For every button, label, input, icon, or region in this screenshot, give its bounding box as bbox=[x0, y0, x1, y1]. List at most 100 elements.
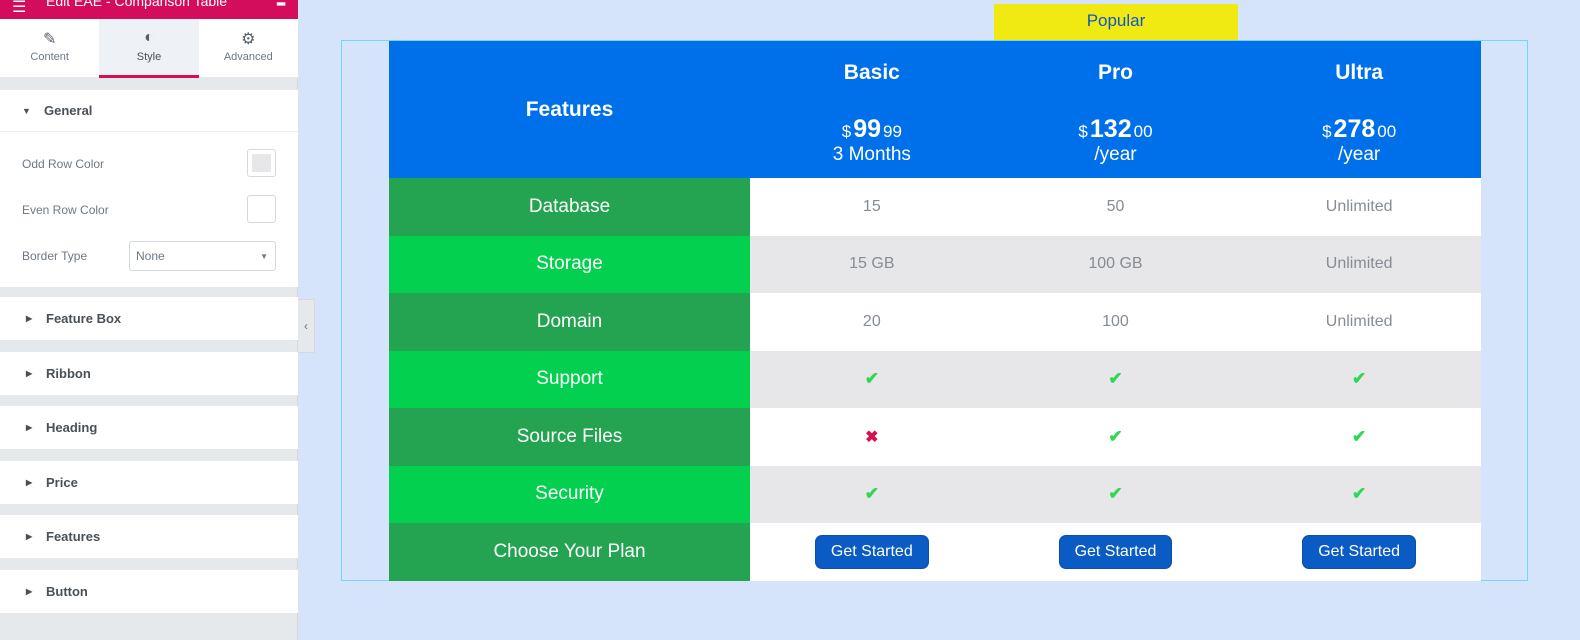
table-cell: ✔ bbox=[993, 350, 1238, 408]
price-period: /year bbox=[1094, 144, 1137, 165]
caret-down-icon: ▼ bbox=[22, 105, 31, 116]
table-cell: ✔ bbox=[1237, 408, 1481, 466]
editor-tabs: ✎ Content ◐ Style ⚙ Advanced bbox=[0, 19, 298, 78]
plan-pro: Pro $132 00 /year bbox=[994, 41, 1238, 178]
feature-label: Source Files bbox=[389, 408, 750, 466]
general-section: ▼ General Odd Row Color Even Row Color B… bbox=[0, 90, 298, 287]
even-row-color-label: Even Row Color bbox=[22, 203, 109, 217]
check-icon: ✔ bbox=[1108, 484, 1123, 504]
table-cell: 15 bbox=[750, 178, 994, 236]
popular-ribbon: Popular bbox=[994, 4, 1238, 40]
caret-right-icon: ▶ bbox=[26, 587, 33, 596]
check-icon: ✔ bbox=[1352, 369, 1367, 389]
table-cell: Get Started bbox=[750, 523, 994, 581]
table-cell: 20 bbox=[750, 293, 994, 351]
check-icon: ✔ bbox=[1108, 426, 1123, 446]
caret-right-icon: ▶ bbox=[26, 314, 33, 323]
features-heading: Features bbox=[525, 97, 614, 121]
ribbon-section[interactable]: ▶ Ribbon bbox=[0, 352, 298, 395]
table-row: Database 15 50 Unlimited bbox=[389, 178, 1481, 236]
button-section-title: Button bbox=[46, 584, 88, 599]
price-cents: 00 bbox=[1133, 122, 1153, 141]
feature-label: Domain bbox=[389, 293, 750, 351]
tab-advanced-label: Advanced bbox=[223, 51, 273, 63]
table-row: Security ✔ ✔ ✔ bbox=[389, 465, 1481, 523]
table-footer-row: Choose Your Plan Get Started Get Started… bbox=[389, 523, 1481, 581]
choose-plan-label: Choose Your Plan bbox=[389, 523, 750, 581]
heading-section-title: Heading bbox=[46, 420, 98, 435]
editor-topbar: ☰ Edit EAE - Comparison Table ▪▪▪ bbox=[0, 0, 298, 19]
table-cell: 15 GB bbox=[750, 235, 994, 293]
tab-style[interactable]: ◐ Style bbox=[99, 19, 199, 78]
table-cell: Unlimited bbox=[1237, 235, 1481, 293]
price-section[interactable]: ▶ Price bbox=[0, 461, 298, 504]
editor-sidebar: ☰ Edit EAE - Comparison Table ▪▪▪ ✎ Cont… bbox=[0, 0, 298, 640]
tab-content[interactable]: ✎ Content bbox=[0, 19, 99, 77]
general-section-title: General bbox=[44, 103, 93, 118]
hamburger-menu-icon[interactable]: ☰ bbox=[12, 0, 26, 17]
table-cell: 100 GB bbox=[993, 235, 1238, 293]
feature-label: Support bbox=[389, 350, 750, 408]
get-started-button-basic[interactable]: Get Started bbox=[814, 534, 929, 569]
features-section-title: Features bbox=[46, 529, 101, 544]
get-started-button-ultra[interactable]: Get Started bbox=[1302, 534, 1417, 569]
feature-label: Security bbox=[389, 465, 750, 523]
border-type-value: None bbox=[136, 249, 165, 263]
table-cell: 100 bbox=[993, 293, 1238, 351]
features-section[interactable]: ▶ Features bbox=[0, 515, 298, 558]
odd-row-color-fill bbox=[252, 154, 271, 172]
collapse-panel-handle[interactable]: ‹ bbox=[298, 299, 315, 353]
pencil-icon: ✎ bbox=[42, 31, 57, 48]
price-currency: $ bbox=[841, 122, 852, 141]
price-amount: 278 bbox=[1333, 115, 1376, 143]
tab-style-label: Style bbox=[136, 51, 162, 63]
plan-name: Pro bbox=[1097, 61, 1133, 84]
table-cell: Get Started bbox=[1237, 523, 1481, 581]
editor-title: Edit EAE - Comparison Table bbox=[46, 0, 228, 9]
feature-box-section[interactable]: ▶ Feature Box bbox=[0, 297, 298, 340]
caret-right-icon: ▶ bbox=[26, 423, 33, 432]
table-cell: 50 bbox=[993, 178, 1238, 236]
widgets-grid-icon[interactable]: ▪▪▪ bbox=[276, 0, 286, 11]
odd-row-color-label: Odd Row Color bbox=[22, 157, 105, 171]
price-amount: 99 bbox=[853, 115, 881, 143]
cross-icon: ✖ bbox=[865, 428, 879, 446]
button-section[interactable]: ▶ Button bbox=[0, 570, 298, 613]
table-cell: ✖ bbox=[750, 408, 994, 466]
table-cell: ✔ bbox=[993, 465, 1238, 523]
heading-section[interactable]: ▶ Heading bbox=[0, 406, 298, 449]
feature-label: Storage bbox=[389, 235, 750, 293]
table-cell: Get Started bbox=[993, 523, 1238, 581]
table-cell: Unlimited bbox=[1237, 293, 1481, 351]
price-currency: $ bbox=[1322, 122, 1332, 141]
table-cell: ✔ bbox=[993, 408, 1238, 466]
table-row: Storage 15 GB 100 GB Unlimited bbox=[389, 235, 1481, 293]
get-started-button-pro[interactable]: Get Started bbox=[1058, 534, 1173, 569]
feature-label: Database bbox=[389, 178, 750, 236]
feature-box-section-title: Feature Box bbox=[46, 311, 122, 326]
border-type-label: Border Type bbox=[22, 249, 88, 263]
plan-price: $99 99 bbox=[750, 115, 994, 144]
general-section-header[interactable]: ▼ General bbox=[0, 90, 298, 132]
price-cents: 00 bbox=[1377, 122, 1397, 141]
check-icon: ✔ bbox=[864, 484, 879, 504]
odd-row-color-picker[interactable] bbox=[247, 149, 276, 177]
table-body: Database 15 50 Unlimited Storage 15 GB 100 GB U… bbox=[389, 178, 1481, 523]
comparison-table: Features Basic $99 99 3 Months Pro $132 00… bbox=[389, 41, 1481, 581]
table-row: Domain 20 100 Unlimited bbox=[389, 293, 1481, 351]
even-row-color-picker[interactable] bbox=[247, 195, 276, 223]
tab-advanced[interactable]: ⚙ Advanced bbox=[199, 19, 298, 77]
plan-name: Basic bbox=[843, 61, 900, 84]
check-icon: ✔ bbox=[1352, 426, 1367, 446]
caret-right-icon: ▶ bbox=[26, 478, 33, 487]
caret-right-icon: ▶ bbox=[26, 369, 33, 378]
contrast-icon: ◐ bbox=[144, 29, 154, 46]
price-period: 3 Months bbox=[832, 144, 911, 165]
plan-ultra: Ultra $278 00 /year bbox=[1237, 41, 1481, 178]
border-type-select[interactable]: None ▼ bbox=[129, 241, 276, 271]
table-cell: ✔ bbox=[750, 465, 994, 523]
price-amount: 132 bbox=[1089, 115, 1132, 143]
plan-price: $132 00 bbox=[994, 115, 1238, 144]
check-icon: ✔ bbox=[864, 369, 879, 389]
table-cell: Unlimited bbox=[1237, 178, 1481, 236]
